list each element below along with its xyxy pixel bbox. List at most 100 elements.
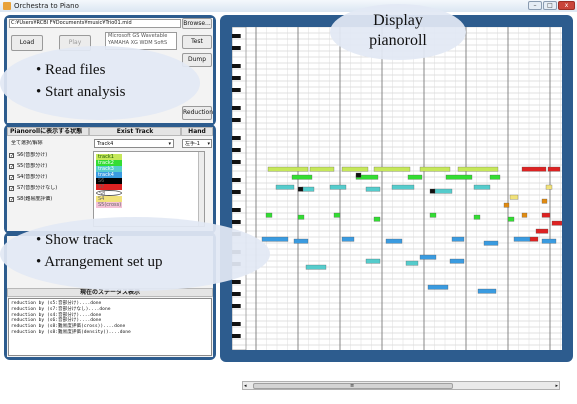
close-button[interactable]: x — [558, 1, 575, 10]
title-bar: Orchestra to Piano – □ x — [0, 0, 577, 12]
black-key — [232, 160, 241, 164]
chevron-down-icon: ▾ — [168, 141, 171, 147]
note-block — [509, 194, 519, 200]
black-key — [232, 334, 241, 338]
note-block — [419, 254, 437, 260]
note-block — [473, 184, 491, 190]
note-block — [545, 184, 553, 190]
hand-select[interactable]: 左手-1 ▾ — [182, 139, 212, 148]
header-hand: Hand — [181, 127, 213, 136]
note-block — [305, 264, 327, 270]
pianoroll-canvas[interactable] — [232, 27, 562, 350]
note-block — [261, 236, 289, 242]
note-block — [265, 212, 273, 218]
piano-keyboard — [232, 27, 247, 350]
black-key — [232, 148, 241, 152]
note-block — [373, 166, 411, 172]
note-block — [365, 186, 381, 192]
checkbox-checked-icon[interactable]: ✓ — [9, 197, 14, 203]
black-key — [232, 106, 241, 110]
note-block — [427, 284, 449, 290]
hand-select-value: 左手-1 — [185, 141, 200, 147]
note-block — [503, 202, 510, 208]
status-line: reduction by (s8:難易度評価(density))....done — [11, 329, 131, 335]
window-title: Orchestra to Piano — [14, 2, 79, 10]
note-block — [341, 236, 355, 242]
callout-show-track: • Show track • Arrangement set up — [0, 217, 270, 291]
note-block — [291, 174, 313, 180]
reduction-button[interactable]: Reduction — [182, 106, 213, 120]
note-block — [521, 166, 547, 172]
app-icon — [3, 2, 11, 10]
black-key — [232, 304, 241, 308]
black-key — [232, 178, 241, 182]
black-key — [232, 322, 241, 326]
callout-item-start-analysis: • Start analysis — [36, 84, 126, 100]
state-label: S5(音部分け) — [17, 163, 48, 169]
state-label: S8(難易度評価) — [17, 196, 53, 202]
track-list-scrollbar[interactable] — [198, 152, 204, 226]
track-legend-list[interactable]: track1 track2 track3 track4 S6 S7 S8 S4 … — [93, 151, 205, 227]
track-legend-item[interactable]: S5(cross) — [96, 202, 122, 208]
state-label: S4(音部分け) — [17, 174, 48, 180]
header-display-state: Pianorollに表示する状態 — [7, 127, 89, 136]
note-block — [551, 220, 562, 226]
state-label: S6(音部分け) — [17, 152, 48, 158]
device-line-1: Microsoft GS Wavetable — [108, 33, 168, 39]
note-block — [513, 236, 531, 242]
black-key — [232, 190, 241, 194]
track-legend-label: S7 — [98, 184, 105, 190]
note-block — [365, 258, 381, 264]
browse-button[interactable]: Browse... — [182, 18, 212, 29]
note-block — [507, 216, 515, 222]
note-block — [449, 258, 465, 264]
note-block — [333, 212, 341, 218]
scroll-grip-icon: ≡ — [350, 383, 355, 389]
scroll-right-icon[interactable]: ▸ — [555, 382, 558, 390]
note-block — [405, 260, 419, 266]
callout-pianoroll-text: pianoroll — [369, 32, 427, 49]
note-block — [275, 184, 295, 190]
horizontal-scrollbar[interactable]: ◂ ≡ ▸ — [242, 381, 560, 390]
test-button[interactable]: Test — [182, 35, 212, 49]
note-block — [457, 166, 499, 172]
callout-item-show-track: • Show track — [36, 232, 113, 248]
note-block — [391, 184, 415, 190]
scroll-left-icon[interactable]: ◂ — [244, 382, 247, 390]
checkbox-checked-icon[interactable]: ✓ — [9, 186, 14, 192]
track-select[interactable]: Track4 ▾ — [94, 139, 174, 148]
callout-display-text: Display — [373, 12, 423, 29]
track-legend-label: S5(cross) — [98, 202, 122, 208]
note-block — [529, 236, 539, 242]
note-block — [541, 238, 557, 244]
select-all-toggle[interactable]: 全て選択/解除 — [11, 140, 43, 147]
note-block — [433, 188, 453, 194]
state-label: S7(音部分けなし) — [17, 185, 58, 191]
black-key — [232, 292, 241, 296]
black-key — [232, 220, 241, 224]
note-block — [429, 188, 436, 194]
note-block — [445, 174, 473, 180]
checkbox-checked-icon[interactable]: ✓ — [9, 164, 14, 170]
pianoroll-view[interactable] — [232, 27, 562, 350]
black-key — [232, 34, 241, 38]
callout-read-files: • Read files • Start analysis — [0, 46, 200, 120]
minimize-button[interactable]: – — [528, 1, 542, 10]
note-block — [489, 174, 501, 180]
note-block — [419, 166, 451, 172]
callout-item-arrangement: • Arrangement set up — [36, 254, 163, 270]
checkbox-checked-icon[interactable]: ✓ — [9, 175, 14, 181]
note-block — [483, 240, 499, 246]
black-key — [232, 64, 241, 68]
load-button[interactable]: Load — [11, 35, 43, 51]
maximize-button[interactable]: □ — [543, 1, 557, 10]
black-key — [232, 46, 241, 50]
note-block — [477, 288, 497, 294]
note-block — [541, 198, 548, 204]
file-path-field[interactable]: C:¥Users¥RCBI F¥Documents¥music¥Trio01.m… — [9, 19, 181, 28]
note-block — [373, 216, 381, 222]
black-key — [232, 88, 241, 92]
checkbox-checked-icon[interactable]: ✓ — [9, 153, 14, 159]
scroll-thumb[interactable]: ≡ — [253, 383, 453, 389]
black-key — [232, 136, 241, 140]
